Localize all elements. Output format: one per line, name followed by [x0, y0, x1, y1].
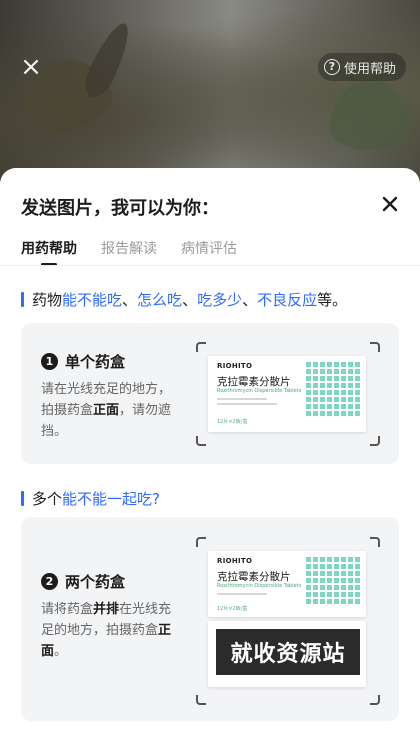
medicine-box-image: RIOHITO 克拉霉素分散片 Roxithromycin Dispersibl… [208, 356, 366, 432]
box-spec: 12片×2板/盒 [217, 606, 248, 612]
card-description: 请将药盒并排在光线充足的地方，拍摄药盒正面。 [41, 602, 172, 659]
box-fine-print [217, 398, 267, 400]
separator: 、 [242, 291, 258, 309]
box-pattern [306, 362, 360, 416]
sheet-title: 发送图片，我可以为你： [21, 198, 219, 219]
tab-medication-help[interactable]: 用药帮助 [21, 238, 77, 266]
section-text: 多个 [32, 490, 63, 508]
section-text: 等。 [317, 291, 348, 309]
card-title-text: 单个药盒 [65, 353, 126, 371]
close-sheet-icon[interactable] [380, 194, 400, 214]
watermark-text: 就收资源站 [216, 629, 360, 675]
box-drug-name: 克拉霉素分散片 [217, 376, 291, 388]
box-fine-print [217, 593, 267, 595]
section-keyword: 能不能吃 [62, 291, 123, 309]
box-english-name: Roxithromycin Dispersible Tablets [217, 583, 302, 589]
bottom-sheet: 发送图片，我可以为你： 用药帮助 报告解读 病情评估 药物 能不能吃、怎么吃、吃多… [0, 168, 420, 746]
box-brand: RIOHITO [217, 557, 253, 565]
two-box-card[interactable]: 2 两个药盒 请将药盒并排在光线充足的地方，拍摄药盒正面。 RIOHITO 克拉… [21, 517, 399, 721]
section-keyword: 不良反应 [257, 291, 318, 309]
section-heading-single: 药物 能不能吃、怎么吃、吃多少、不良反应 等。 [21, 289, 347, 310]
tab-divider [0, 265, 420, 266]
help-button[interactable]: ? 使用帮助 [318, 53, 407, 81]
section-keyword: 吃多少 [197, 291, 243, 309]
separator: 、 [182, 291, 198, 309]
card-title: 2 两个药盒 [41, 571, 125, 592]
card-description: 请在光线充足的地方，拍摄药盒正面，请勿遮挡。 [41, 382, 172, 439]
section-text: 药物 [32, 291, 63, 309]
box-english-name: Roxithromycin Dispersible Tablets [217, 388, 302, 394]
single-box-card[interactable]: 1 单个药盒 请在光线充足的地方，拍摄药盒正面，请勿遮挡。 RIOHITO 克拉… [21, 323, 399, 464]
box-brand: RIOHITO [217, 362, 253, 370]
separator: 、 [122, 291, 138, 309]
card-title-text: 两个药盒 [65, 573, 126, 591]
help-label: 使用帮助 [344, 61, 397, 77]
scan-frame: RIOHITO 克拉霉素分散片 Roxithromycin Dispersibl… [196, 342, 380, 446]
box-fine-print [217, 403, 277, 405]
section-keyword: 怎么吃 [137, 291, 183, 309]
box-drug-name: 克拉霉素分散片 [217, 571, 291, 583]
box-pattern [306, 557, 360, 604]
accent-bar [21, 292, 24, 307]
accent-bar [21, 491, 24, 506]
tab-report-interpretation[interactable]: 报告解读 [101, 238, 157, 266]
scan-frame: RIOHITO 克拉霉素分散片 Roxithromycin Dispersibl… [196, 537, 380, 705]
step-number: 2 [41, 573, 58, 590]
tab-bar: 用药帮助 报告解读 病情评估 [21, 238, 237, 266]
medicine-box-image: RIOHITO 克拉霉素分散片 Roxithromycin Dispersibl… [208, 551, 366, 617]
box-spec: 12片×2板/盒 [217, 419, 248, 425]
close-camera-button[interactable]: × [18, 54, 44, 80]
section-keyword: 能不能一起吃? [62, 490, 160, 508]
step-number: 1 [41, 353, 58, 370]
tab-condition-assessment[interactable]: 病情评估 [181, 238, 237, 266]
section-heading-multiple: 多个 能不能一起吃? [21, 488, 160, 509]
question-icon: ? [324, 59, 340, 75]
card-title: 1 单个药盒 [41, 351, 125, 372]
plant-leaf [330, 80, 410, 150]
